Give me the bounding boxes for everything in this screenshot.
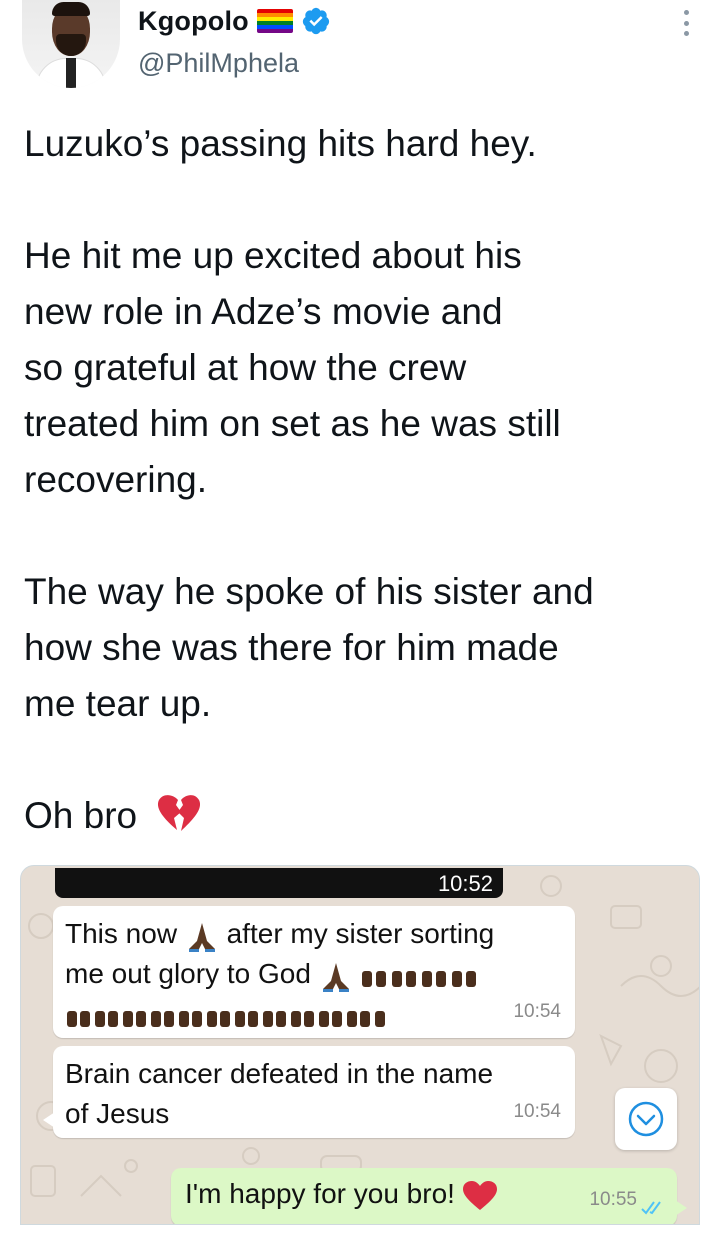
tweet-line: Luzuko’s passing hits hard hey. [24, 123, 537, 164]
message-line: of Jesus [65, 1098, 170, 1129]
message-line: me out glory to God [65, 954, 563, 994]
tweet-line: recovering. [24, 459, 208, 500]
incoming-message[interactable]: Brain cancer defeated in the name of Jes… [43, 1046, 575, 1138]
tweet-line: new role in Adze’s movie and [24, 291, 503, 332]
message-time: 10:55 [589, 1189, 637, 1210]
message-line: This now after my sister sorting [65, 914, 563, 954]
raising-hands-row-icon [67, 1010, 385, 1027]
message-time: 10:54 [513, 1001, 561, 1022]
tweet-line: The way he spoke of his sister and [24, 571, 594, 612]
message-text: This now [65, 918, 178, 949]
red-heart-icon [462, 1180, 497, 1210]
more-options-icon[interactable] [682, 10, 690, 36]
outgoing-message[interactable]: I'm happy for you bro! 10:55 [171, 1168, 687, 1224]
message-text: me out glory to God [65, 958, 311, 989]
message-text: after my sister sorting [226, 918, 495, 949]
status-time: 10:52 [437, 871, 493, 896]
tweet-line: how she was there for him made [24, 627, 559, 668]
tweet-text: Luzuko’s passing hits hard hey. He hit m… [24, 116, 704, 844]
tweet-closing-text: Oh bro [24, 795, 138, 836]
attached-image[interactable]: 10:52 This now after my sister sorting m… [20, 865, 700, 1225]
rainbow-flag-icon [256, 9, 293, 33]
tweet-line: so grateful at how the crew [24, 347, 467, 388]
incoming-message[interactable]: This now after my sister sorting me out … [53, 906, 575, 1038]
tweet-line: me tear up. [24, 683, 212, 724]
message-line [65, 994, 563, 1034]
raising-hands-icon [362, 970, 477, 987]
message-text: I'm happy for you bro! [185, 1178, 455, 1209]
praying-hands-icon [188, 922, 215, 952]
status-bar: 10:52 [55, 868, 503, 898]
message-line: Brain cancer defeated in the name [65, 1058, 494, 1089]
author-handle[interactable]: @PhilMphela [138, 48, 299, 79]
tweet-closing: Oh bro [24, 788, 704, 844]
message-time: 10:54 [513, 1101, 561, 1122]
verified-badge-icon [302, 7, 329, 35]
scroll-to-bottom-button[interactable] [615, 1088, 677, 1150]
double-check-icon [641, 1201, 661, 1215]
tweet-line: treated him on set as he was still [24, 403, 561, 444]
broken-heart-icon [158, 795, 201, 831]
display-name[interactable]: Kgopolo [138, 6, 249, 37]
chevron-down-icon [628, 1101, 664, 1137]
profile-avatar[interactable] [22, 0, 120, 88]
tweet-line: He hit me up excited about his [24, 235, 522, 276]
author-row: Kgopolo [138, 4, 331, 38]
praying-hands-icon [322, 962, 349, 992]
